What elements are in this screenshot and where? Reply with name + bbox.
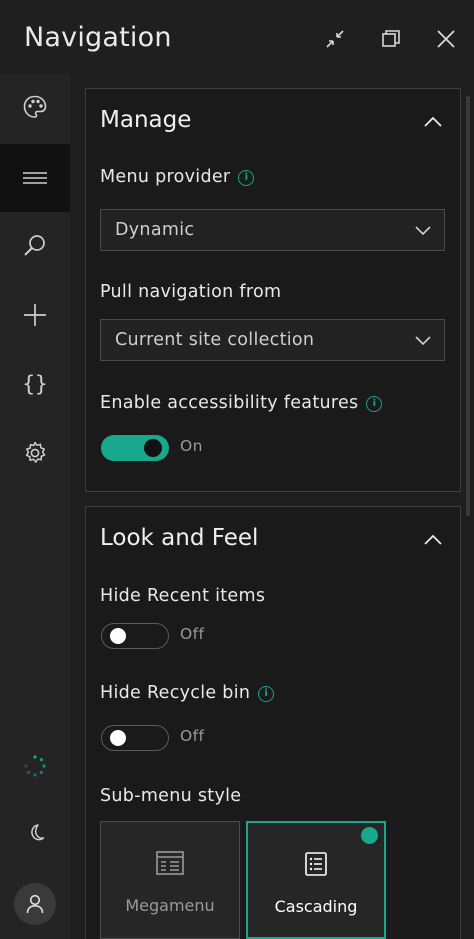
menu-provider-label: Menu provider i: [100, 167, 255, 187]
rail-item-settings[interactable]: [0, 420, 70, 486]
toggle-knob: [144, 439, 162, 457]
hide-recycle-label: Hide Recycle bin i: [100, 683, 275, 703]
settings-content: Manage Menu provider i Dynamic Pull navig…: [70, 74, 474, 939]
scrollbar[interactable]: [466, 96, 470, 516]
megamenu-label: Megamenu: [125, 896, 215, 915]
rail-item-theme[interactable]: [0, 74, 70, 140]
title-bar: Navigation: [0, 0, 474, 74]
side-rail: {}: [0, 74, 70, 939]
plus-icon: [24, 304, 46, 326]
submenu-option-cascading[interactable]: Cascading: [246, 821, 386, 939]
info-icon[interactable]: i: [366, 396, 383, 412]
loading-spinner-icon: [24, 755, 46, 777]
toggle-knob: [110, 730, 126, 746]
look-and-feel-title: Look and Feel: [100, 525, 259, 551]
manage-title: Manage: [100, 107, 192, 133]
accessibility-state: On: [180, 437, 203, 455]
cascading-icon: [305, 852, 327, 876]
shrink-button[interactable]: [320, 24, 350, 54]
close-button[interactable]: [431, 24, 461, 54]
gear-icon: [25, 441, 46, 463]
chevron-down-icon: [415, 226, 431, 236]
hide-recycle-state: Off: [180, 727, 205, 745]
cascading-label: Cascading: [274, 897, 358, 916]
chevron-down-icon: [415, 336, 431, 346]
menu-lines-icon: [23, 172, 47, 184]
menu-provider-select[interactable]: Dynamic: [100, 209, 445, 251]
rail-item-code[interactable]: {}: [0, 351, 70, 417]
megamenu-icon: [156, 851, 184, 875]
toggle-knob: [110, 628, 126, 644]
braces-icon: {}: [22, 372, 48, 396]
info-icon[interactable]: i: [238, 170, 255, 186]
moon-icon: [31, 824, 45, 841]
pull-from-select[interactable]: Current site collection: [100, 319, 445, 361]
rail-item-navigation[interactable]: [0, 144, 70, 212]
hide-recent-toggle[interactable]: [101, 623, 169, 649]
submenu-option-megamenu[interactable]: Megamenu: [100, 821, 240, 939]
hide-recent-state: Off: [180, 625, 205, 643]
pull-from-label: Pull navigation from: [100, 282, 282, 302]
pull-from-value: Current site collection: [115, 330, 315, 350]
user-icon: [26, 894, 44, 914]
rail-item-add[interactable]: [0, 282, 70, 348]
submenu-style-label: Sub-menu style: [100, 786, 242, 806]
shrink-icon: [326, 30, 344, 48]
menu-provider-value: Dynamic: [115, 220, 195, 240]
rail-item-dark-mode[interactable]: [0, 800, 70, 866]
hide-recent-label: Hide Recent items: [100, 586, 266, 606]
close-icon: [437, 30, 455, 48]
user-avatar-button[interactable]: [14, 883, 56, 925]
accessibility-toggle[interactable]: [101, 435, 169, 461]
info-icon[interactable]: i: [258, 686, 275, 702]
hide-recycle-toggle[interactable]: [101, 725, 169, 751]
chevron-up-icon[interactable]: [422, 529, 444, 551]
window-title: Navigation: [24, 22, 172, 53]
restore-icon: [382, 30, 400, 47]
palette-icon: [23, 95, 47, 118]
selected-indicator: [361, 827, 378, 844]
rail-item-loading: [0, 733, 70, 799]
manage-panel: Manage Menu provider i Dynamic Pull navig…: [85, 88, 461, 492]
search-icon: [24, 235, 45, 256]
rail-item-search[interactable]: [0, 213, 70, 279]
chevron-up-icon[interactable]: [422, 111, 444, 133]
accessibility-label: Enable accessibility features i: [100, 393, 383, 413]
restore-button[interactable]: [376, 24, 406, 54]
